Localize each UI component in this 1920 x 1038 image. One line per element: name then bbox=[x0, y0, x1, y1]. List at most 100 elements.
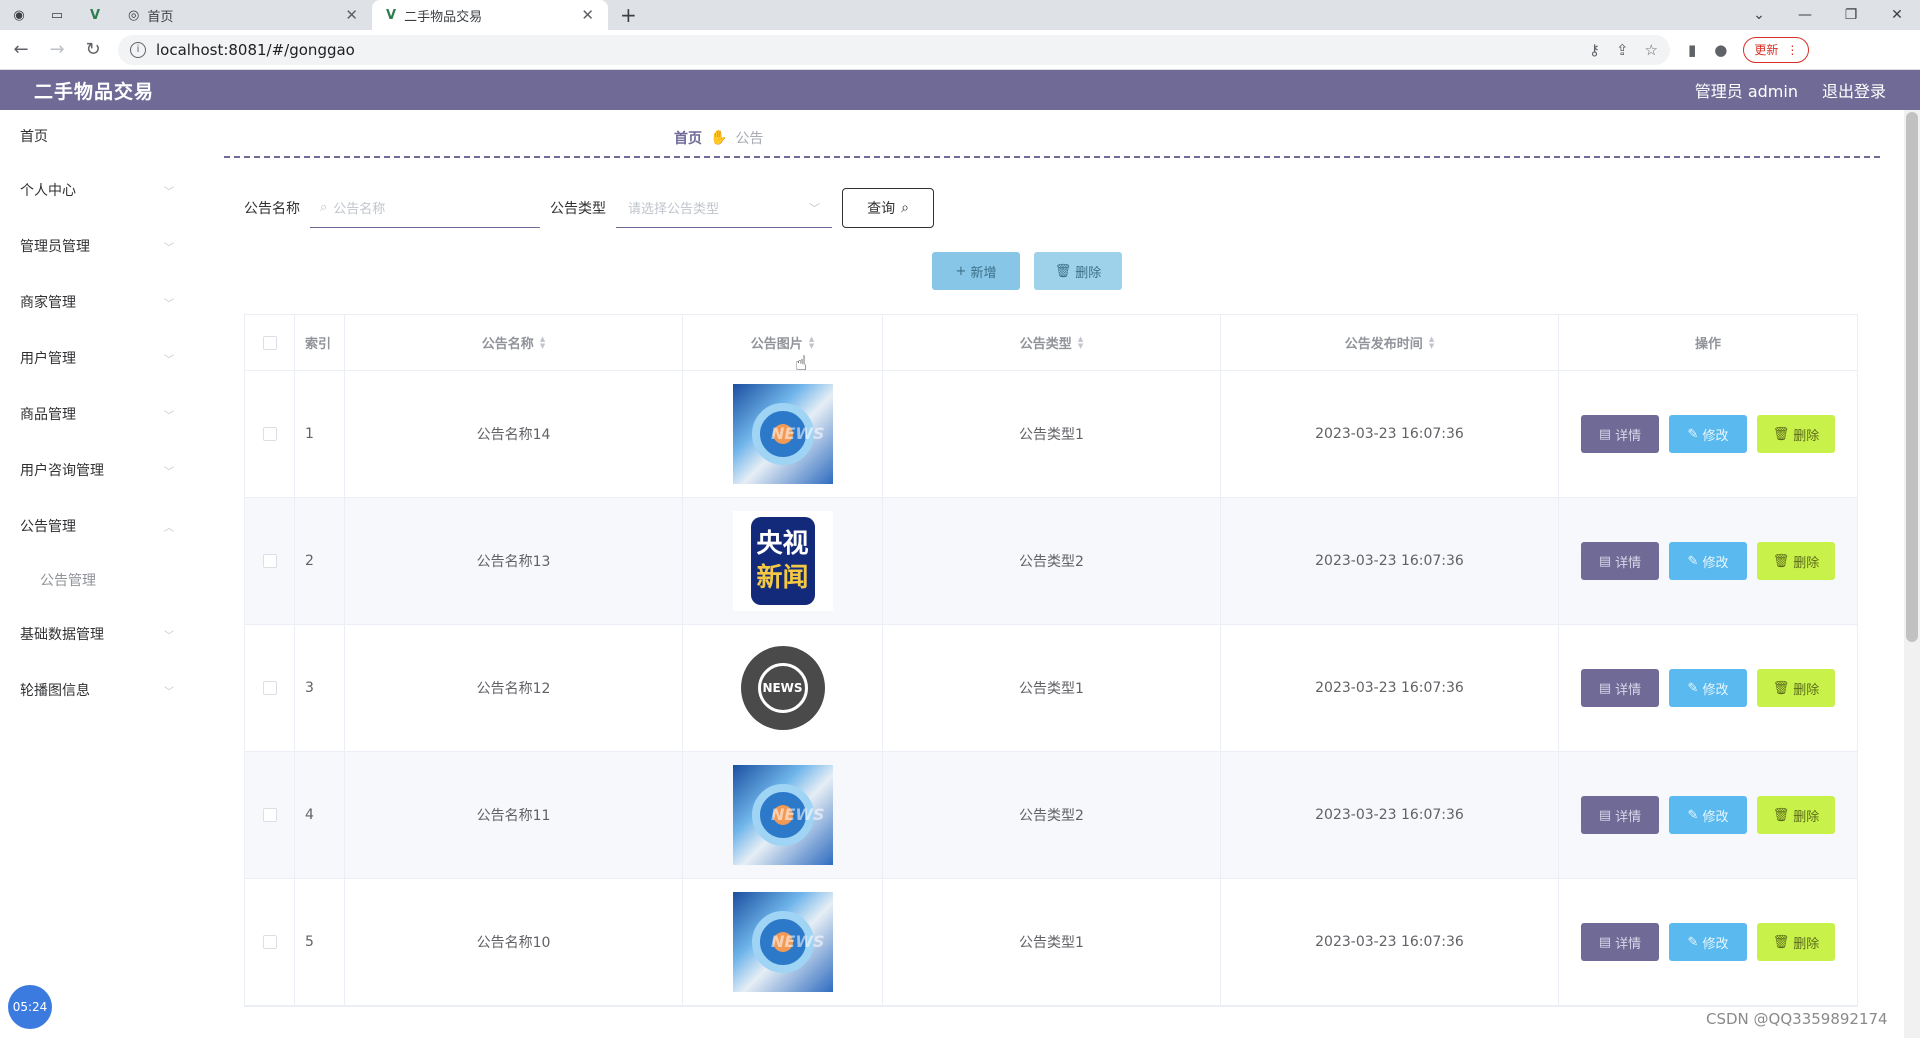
sidebar-item-merchants[interactable]: 商家管理 ﹀ bbox=[0, 274, 190, 330]
side-panel-icon[interactable]: ▮ bbox=[1688, 41, 1696, 59]
delete-button[interactable]: 🗑 删除 bbox=[1757, 796, 1835, 834]
tab-search-icon[interactable]: ⌄ bbox=[1736, 7, 1782, 23]
news-thumbnail[interactable]: NEWS bbox=[732, 892, 833, 992]
news-thumbnail[interactable]: NEWS bbox=[732, 765, 833, 865]
add-button[interactable]: + 新增 bbox=[932, 252, 1020, 290]
star-icon[interactable]: ☆ bbox=[1645, 41, 1658, 59]
sidebar-item-consult[interactable]: 用户咨询管理 ﹀ bbox=[0, 442, 190, 498]
detail-button[interactable]: ▤ 详情 bbox=[1581, 669, 1659, 707]
close-icon[interactable]: ✕ bbox=[581, 6, 594, 24]
update-label: 更新 bbox=[1754, 43, 1779, 57]
edit-button[interactable]: ✎ 修改 bbox=[1669, 415, 1747, 453]
time-text: 2023-03-23 16:07:36 bbox=[1315, 934, 1464, 950]
header-name[interactable]: 公告名称 ▲ ▼ bbox=[345, 315, 683, 370]
row-name: 公告名称14 bbox=[345, 371, 683, 497]
edit-button[interactable]: ✎ 修改 bbox=[1669, 796, 1747, 834]
row-index: 3 bbox=[295, 625, 345, 751]
window-close-icon[interactable]: ✕ bbox=[1874, 7, 1920, 23]
update-button[interactable]: 更新 ⋮ bbox=[1743, 36, 1810, 63]
header-image[interactable]: 公告图片 ▲ ▼ bbox=[683, 315, 883, 370]
sidebar-item-users[interactable]: 用户管理 ﹀ bbox=[0, 330, 190, 386]
profile-icon[interactable]: ● bbox=[1714, 41, 1727, 59]
time-text: 2023-03-23 16:07:36 bbox=[1315, 807, 1464, 823]
browser-tab-1[interactable]: ◉ bbox=[0, 0, 38, 30]
share-icon[interactable]: ⇪ bbox=[1616, 41, 1629, 59]
browser-tab-2[interactable]: ▭ bbox=[38, 0, 76, 30]
detail-button[interactable]: ▤ 详情 bbox=[1581, 796, 1659, 834]
sort-icon[interactable]: ▲ ▼ bbox=[1429, 335, 1434, 350]
row-checkbox[interactable] bbox=[262, 554, 277, 568]
github-icon: ◉ bbox=[13, 7, 25, 23]
logout-link[interactable]: 退出登录 bbox=[1822, 78, 1886, 102]
index-text: 4 bbox=[305, 807, 314, 823]
key-icon[interactable]: ⚷ bbox=[1589, 41, 1600, 59]
delete-label: 删除 bbox=[1793, 428, 1820, 444]
sidebar-item-profile[interactable]: 个人中心 ﹀ bbox=[0, 162, 190, 218]
name-text: 公告名称13 bbox=[476, 554, 551, 570]
batch-delete-button[interactable]: 🗑 删除 bbox=[1034, 252, 1122, 290]
query-button[interactable]: 查询 ⌕ bbox=[842, 188, 934, 228]
thumbnail-text: NEWS bbox=[771, 424, 825, 443]
delete-button[interactable]: 🗑 删除 bbox=[1757, 923, 1835, 961]
close-icon[interactable]: ✕ bbox=[345, 6, 358, 24]
forward-icon[interactable]: → bbox=[42, 39, 72, 60]
row-checkbox[interactable] bbox=[262, 808, 277, 822]
edit-button[interactable]: ✎ 修改 bbox=[1669, 542, 1747, 580]
detail-button[interactable]: ▤ 详情 bbox=[1581, 923, 1659, 961]
sidebar-item-basedata[interactable]: 基础数据管理 ﹀ bbox=[0, 606, 190, 662]
sidebar-subitem-notices[interactable]: 公告管理 bbox=[0, 554, 190, 606]
page-scrollbar[interactable] bbox=[1904, 110, 1920, 1038]
breadcrumb-home[interactable]: 首页 bbox=[674, 128, 702, 148]
minimize-icon[interactable]: — bbox=[1782, 7, 1828, 23]
delete-button[interactable]: 🗑 删除 bbox=[1757, 542, 1835, 580]
globe-news-thumbnail[interactable]: NEWS bbox=[732, 638, 833, 738]
sidebar-item-goods[interactable]: 商品管理 ﹀ bbox=[0, 386, 190, 442]
sidebar-item-notices[interactable]: 公告管理 ︿ bbox=[0, 498, 190, 554]
detail-button[interactable]: ▤ 详情 bbox=[1581, 415, 1659, 453]
browser-tab-label: 二手物品交易 bbox=[404, 9, 483, 25]
sort-icon[interactable]: ▲ ▼ bbox=[809, 335, 814, 350]
sidebar-item-admins[interactable]: 管理员管理 ﹀ bbox=[0, 218, 190, 274]
browser-tab-home[interactable]: ◎ 首页 ✕ bbox=[114, 0, 372, 30]
back-icon[interactable]: ← bbox=[6, 39, 36, 60]
search-form: 公告名称 ⌕ 公告名称 公告类型 请选择公告类型 ﹀ 查询 ⌕ bbox=[244, 188, 934, 228]
row-index: 2 bbox=[295, 498, 345, 624]
cctv-news-thumbnail[interactable]: 央视 新闻 bbox=[732, 511, 833, 611]
edit-button[interactable]: ✎ 修改 bbox=[1669, 669, 1747, 707]
name-search-input[interactable]: ⌕ 公告名称 bbox=[310, 188, 540, 228]
sort-icon[interactable]: ▲ ▼ bbox=[540, 335, 545, 350]
url-text[interactable]: localhost:8081/#/gonggao bbox=[156, 41, 1573, 59]
browser-tab-active[interactable]: V 二手物品交易 ✕ bbox=[372, 0, 608, 30]
table-row: 4 公告名称11 NEWS 公告类型2 2023-03-23 16:07:36 … bbox=[245, 752, 1857, 879]
detail-button[interactable]: ▤ 详情 bbox=[1581, 542, 1659, 580]
header-type[interactable]: 公告类型 ▲ ▼ bbox=[883, 315, 1221, 370]
edit-button[interactable]: ✎ 修改 bbox=[1669, 923, 1747, 961]
row-checkbox[interactable] bbox=[262, 427, 277, 441]
delete-button[interactable]: 🗑 删除 bbox=[1757, 415, 1835, 453]
news-thumbnail[interactable]: NEWS bbox=[732, 384, 833, 484]
delete-button[interactable]: 🗑 删除 bbox=[1757, 669, 1835, 707]
index-text: 3 bbox=[305, 680, 314, 696]
row-checkbox[interactable] bbox=[262, 681, 277, 695]
pencil-icon: ✎ bbox=[1687, 680, 1699, 696]
scrollbar-thumb[interactable] bbox=[1906, 112, 1918, 642]
type-select[interactable]: 请选择公告类型 ﹀ bbox=[616, 188, 832, 228]
chevron-down-icon: ﹀ bbox=[164, 186, 174, 198]
sort-icon[interactable]: ▲ ▼ bbox=[1078, 335, 1083, 350]
address-bar[interactable]: i localhost:8081/#/gonggao ⚷ ⇪ ☆ bbox=[118, 34, 1670, 65]
browser-tab-3[interactable]: V bbox=[76, 0, 114, 30]
row-checkbox[interactable] bbox=[262, 935, 277, 949]
restore-icon[interactable]: ❐ bbox=[1828, 7, 1874, 23]
reload-icon[interactable]: ↻ bbox=[78, 39, 108, 60]
row-type: 公告类型2 bbox=[883, 752, 1221, 878]
header-time[interactable]: 公告发布时间 ▲ ▼ bbox=[1221, 315, 1559, 370]
select-all-checkbox[interactable] bbox=[262, 335, 277, 350]
chevron-down-icon: ﹀ bbox=[164, 466, 174, 478]
sidebar-item-carousel[interactable]: 轮播图信息 ﹀ bbox=[0, 662, 190, 718]
header-checkbox-cell bbox=[245, 315, 295, 370]
index-text: 1 bbox=[305, 426, 314, 442]
sidebar-item-home[interactable]: 首页 bbox=[0, 110, 190, 162]
new-tab-button[interactable]: + bbox=[608, 0, 649, 30]
document-icon: ▤ bbox=[1598, 426, 1612, 442]
site-info-icon[interactable]: i bbox=[130, 41, 146, 58]
